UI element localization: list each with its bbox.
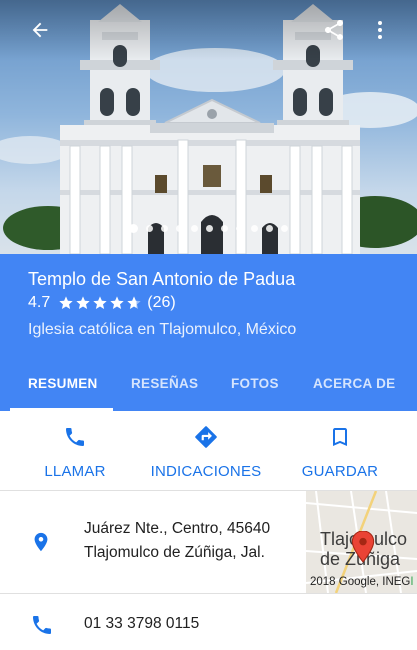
- directions-icon: [195, 426, 217, 448]
- save-button[interactable]: GUARDAR: [300, 411, 380, 491]
- pager-dot: [251, 225, 258, 232]
- pager-dot: [191, 225, 198, 232]
- call-label: LLAMAR: [44, 463, 106, 480]
- pager-dot: [176, 225, 183, 232]
- star-icon: [93, 296, 107, 309]
- pager-dot: [146, 225, 153, 232]
- more-options-button[interactable]: [360, 10, 400, 50]
- phone-row[interactable]: 01 33 3798 0115: [0, 594, 417, 650]
- pager-dot: [281, 225, 288, 232]
- phone-icon: [66, 428, 84, 446]
- pager-dot: [161, 225, 168, 232]
- mini-map[interactable]: Tlajomulco de Zúñiga 2018 Google, INEGI: [306, 491, 417, 593]
- back-button[interactable]: [20, 10, 60, 50]
- pager-dot: [236, 225, 243, 232]
- map-marker-icon: [351, 531, 375, 563]
- pager-dot: [129, 224, 138, 233]
- place-name: Templo de San Antonio de Padua: [28, 269, 296, 289]
- pager-dot: [206, 225, 213, 232]
- pager-dot: [266, 225, 273, 232]
- pager-dot: [221, 225, 228, 232]
- tab-fotos[interactable]: FOTOS: [231, 356, 279, 411]
- share-icon: [325, 20, 343, 40]
- star-icon: [110, 296, 124, 309]
- star-icon: [127, 296, 141, 309]
- arrow-back-icon: [32, 22, 48, 38]
- star-icon: [59, 296, 73, 309]
- phone-number: 01 33 3798 0115: [84, 615, 200, 632]
- star-icon: [76, 296, 90, 309]
- rating-value: 4.7: [28, 294, 51, 311]
- review-count: (26): [147, 294, 176, 311]
- tab-resenas[interactable]: RESEÑAS: [131, 356, 198, 411]
- place-photo[interactable]: [0, 0, 417, 254]
- share-button[interactable]: [314, 10, 354, 50]
- directions-label: INDICACIONES: [150, 463, 262, 480]
- map-copyright: 2018 Google, INEGI: [310, 576, 414, 588]
- action-bar: LLAMAR INDICACIONES GUARDAR: [0, 411, 417, 491]
- photo-top-bar: [0, 0, 417, 60]
- place-header: Templo de San Antonio de Padua 4.7 (26) …: [0, 254, 417, 356]
- address-line-1: Juárez Nte., Centro, 45640: [84, 520, 271, 537]
- address-line-2: Tlajomulco de Zúñiga, Jal.: [84, 544, 265, 561]
- tab-acerca-de[interactable]: ACERCA DE: [313, 356, 395, 411]
- location-pin-icon: [34, 532, 48, 552]
- tab-resumen[interactable]: RESUMEN: [28, 356, 98, 411]
- address-row[interactable]: Juárez Nte., Centro, 45640 Tlajomulco de…: [0, 491, 417, 594]
- directions-button[interactable]: INDICACIONES: [150, 411, 262, 491]
- tab-bar: RESUMEN RESEÑAS FOTOS ACERCA DE: [0, 356, 417, 411]
- more-vert-icon: [378, 21, 382, 39]
- place-category: Iglesia católica en Tlajomulco, México: [28, 321, 297, 338]
- phone-icon: [33, 616, 51, 634]
- rating-stars: [58, 295, 142, 311]
- save-label: GUARDAR: [301, 463, 379, 480]
- call-button[interactable]: LLAMAR: [40, 411, 110, 491]
- photo-pager-dots: [0, 224, 417, 233]
- bookmark-icon: [333, 428, 347, 446]
- rating-row[interactable]: 4.7 (26): [28, 294, 176, 312]
